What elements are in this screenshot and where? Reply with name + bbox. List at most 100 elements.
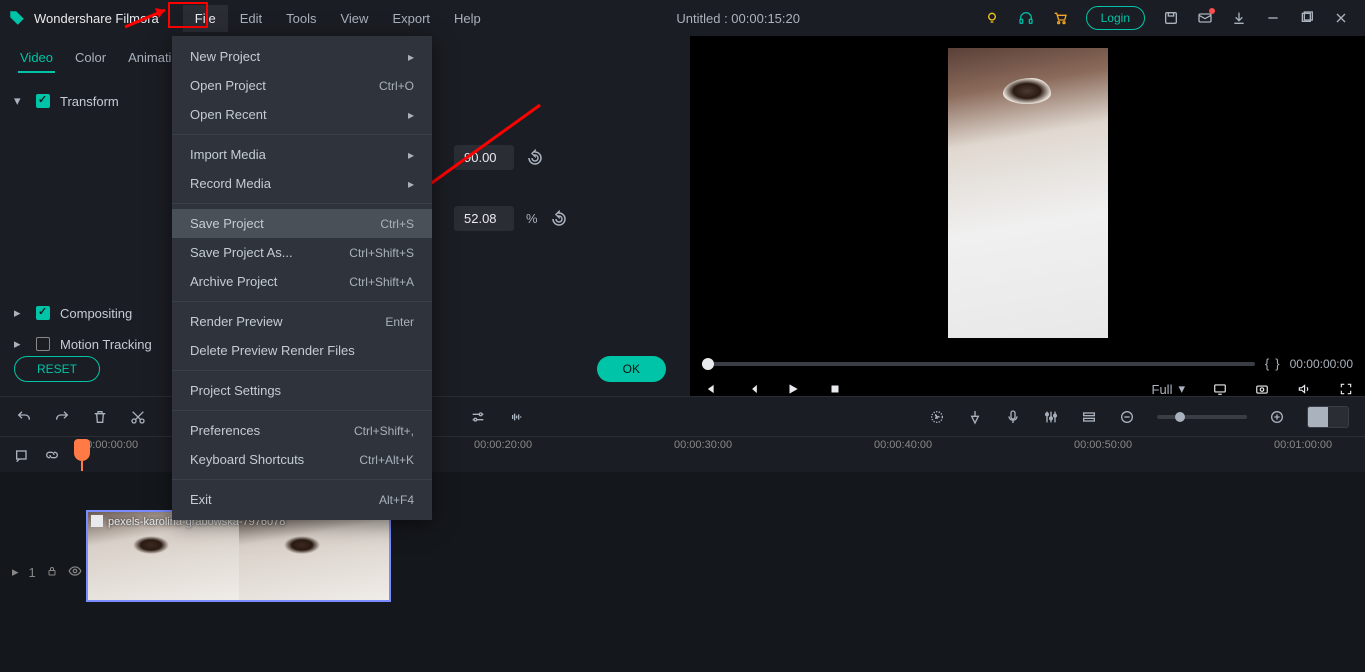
menu-item-import-media[interactable]: Import Media▸ bbox=[172, 140, 432, 169]
stop-icon[interactable] bbox=[828, 382, 842, 396]
ruler-tick: 00:00:20:00 bbox=[474, 439, 532, 451]
ruler-tick: 00:00:50:00 bbox=[1074, 439, 1132, 451]
message-icon[interactable] bbox=[1197, 10, 1213, 26]
chevron-right-icon[interactable]: ▸ bbox=[14, 305, 26, 321]
menu-item-delete-preview-render-files[interactable]: Delete Preview Render Files bbox=[172, 336, 432, 365]
scrubber-track[interactable] bbox=[702, 362, 1255, 366]
menu-export[interactable]: Export bbox=[380, 5, 442, 32]
zoom-slider-thumb[interactable] bbox=[1175, 412, 1185, 422]
scale-input[interactable] bbox=[454, 206, 514, 231]
scrubber-thumb[interactable] bbox=[702, 358, 714, 370]
document-title: Untitled : 00:00:15:20 bbox=[493, 11, 984, 26]
menu-help[interactable]: Help bbox=[442, 5, 493, 32]
render-icon[interactable] bbox=[929, 409, 945, 425]
menu-item-save-project[interactable]: Save ProjectCtrl+S bbox=[172, 209, 432, 238]
cut-icon[interactable] bbox=[130, 409, 146, 425]
menu-item-preferences[interactable]: PreferencesCtrl+Shift+, bbox=[172, 416, 432, 445]
zoom-slider[interactable] bbox=[1157, 415, 1247, 419]
ok-button[interactable]: OK bbox=[597, 356, 666, 382]
headphones-icon[interactable] bbox=[1018, 10, 1034, 26]
reset-button[interactable]: RESET bbox=[14, 356, 100, 382]
timecode-display: 00:00:00:00 bbox=[1290, 357, 1353, 371]
mark-out-icon[interactable]: } bbox=[1275, 356, 1279, 371]
reset-scale-icon[interactable] bbox=[550, 210, 568, 228]
step-back-icon[interactable] bbox=[744, 382, 758, 396]
link-icon[interactable] bbox=[44, 447, 60, 463]
track-add-icon[interactable] bbox=[14, 447, 30, 463]
motion-tracking-checkbox[interactable] bbox=[36, 337, 50, 351]
menu-item-save-project-as[interactable]: Save Project As...Ctrl+Shift+S bbox=[172, 238, 432, 267]
menu-item-render-preview[interactable]: Render PreviewEnter bbox=[172, 307, 432, 336]
mic-icon[interactable] bbox=[1005, 409, 1021, 425]
preview-fit-select[interactable]: Full ▾ bbox=[1152, 381, 1185, 397]
menu-item-label: Project Settings bbox=[190, 383, 414, 398]
menu-tools[interactable]: Tools bbox=[274, 5, 328, 32]
zoom-out-icon[interactable] bbox=[1119, 409, 1135, 425]
zoom-in-icon[interactable] bbox=[1269, 409, 1285, 425]
track-toggle-icon[interactable]: ▸ bbox=[12, 564, 19, 580]
maximize-icon[interactable] bbox=[1299, 10, 1315, 26]
menu-item-label: Keyboard Shortcuts bbox=[190, 452, 359, 467]
playhead-handle-icon[interactable] bbox=[74, 439, 90, 461]
menu-item-open-recent[interactable]: Open Recent▸ bbox=[172, 100, 432, 129]
menu-view[interactable]: View bbox=[328, 5, 380, 32]
preview-scrubber: {} 00:00:00:00 bbox=[690, 350, 1365, 377]
mark-in-icon[interactable]: { bbox=[1265, 356, 1269, 371]
transform-checkbox[interactable] bbox=[36, 94, 50, 108]
settings-icon[interactable] bbox=[470, 409, 486, 425]
menu-file[interactable]: File bbox=[183, 5, 228, 32]
reset-rotate-icon[interactable] bbox=[526, 149, 544, 167]
timeline-clip[interactable]: pexels-karolina-grabowska-7976078 bbox=[86, 510, 391, 602]
menu-item-project-settings[interactable]: Project Settings bbox=[172, 376, 432, 405]
lightbulb-icon[interactable] bbox=[984, 10, 1000, 26]
ruler-tick: 00:01:00:00 bbox=[1274, 439, 1332, 451]
view-toggle-b[interactable] bbox=[1328, 407, 1348, 427]
lock-icon[interactable] bbox=[46, 565, 58, 580]
view-toggle-a[interactable] bbox=[1308, 407, 1328, 427]
menu-item-record-media[interactable]: Record Media▸ bbox=[172, 169, 432, 198]
menu-separator bbox=[172, 410, 432, 411]
cart-icon[interactable] bbox=[1052, 10, 1068, 26]
login-button[interactable]: Login bbox=[1086, 6, 1145, 30]
volume-icon[interactable] bbox=[1297, 382, 1311, 396]
menu-item-new-project[interactable]: New Project▸ bbox=[172, 42, 432, 71]
playhead[interactable] bbox=[74, 439, 90, 471]
marker-icon[interactable] bbox=[967, 409, 983, 425]
rotate-input[interactable] bbox=[454, 145, 514, 170]
mixer-icon[interactable] bbox=[1043, 409, 1059, 425]
snapshot-icon[interactable] bbox=[1255, 382, 1269, 396]
close-icon[interactable] bbox=[1333, 10, 1349, 26]
layers-icon[interactable] bbox=[1081, 409, 1097, 425]
menu-item-exit[interactable]: ExitAlt+F4 bbox=[172, 485, 432, 514]
menu-item-archive-project[interactable]: Archive ProjectCtrl+Shift+A bbox=[172, 267, 432, 296]
delete-icon[interactable] bbox=[92, 409, 108, 425]
redo-icon[interactable] bbox=[54, 409, 70, 425]
menu-item-keyboard-shortcuts[interactable]: Keyboard ShortcutsCtrl+Alt+K bbox=[172, 445, 432, 474]
save-icon[interactable] bbox=[1163, 10, 1179, 26]
menu-shortcut: Ctrl+O bbox=[379, 79, 414, 93]
fullscreen-icon[interactable] bbox=[1339, 382, 1353, 396]
display-icon[interactable] bbox=[1213, 382, 1227, 396]
prev-frame-icon[interactable] bbox=[702, 382, 716, 396]
play-icon[interactable] bbox=[786, 382, 800, 396]
waveform-icon[interactable] bbox=[508, 409, 524, 425]
menu-item-label: Open Recent bbox=[190, 107, 408, 122]
preview-canvas[interactable] bbox=[690, 36, 1365, 350]
download-icon[interactable] bbox=[1231, 10, 1247, 26]
menu-item-label: Preferences bbox=[190, 423, 354, 438]
app-logo-icon bbox=[8, 9, 26, 27]
undo-icon[interactable] bbox=[16, 409, 32, 425]
chevron-right-icon[interactable]: ▸ bbox=[14, 336, 26, 352]
menubar: File Edit Tools View Export Help bbox=[183, 5, 493, 32]
view-toggle[interactable] bbox=[1307, 406, 1349, 428]
menu-item-open-project[interactable]: Open ProjectCtrl+O bbox=[172, 71, 432, 100]
chevron-down-icon[interactable]: ▾ bbox=[14, 93, 26, 109]
menu-item-label: Render Preview bbox=[190, 314, 385, 329]
eye-icon[interactable] bbox=[68, 564, 82, 581]
compositing-checkbox[interactable] bbox=[36, 306, 50, 320]
mark-range: {} bbox=[1265, 356, 1280, 371]
minimize-icon[interactable] bbox=[1265, 10, 1281, 26]
tab-color[interactable]: Color bbox=[73, 44, 108, 73]
menu-edit[interactable]: Edit bbox=[228, 5, 274, 32]
tab-video[interactable]: Video bbox=[18, 44, 55, 73]
